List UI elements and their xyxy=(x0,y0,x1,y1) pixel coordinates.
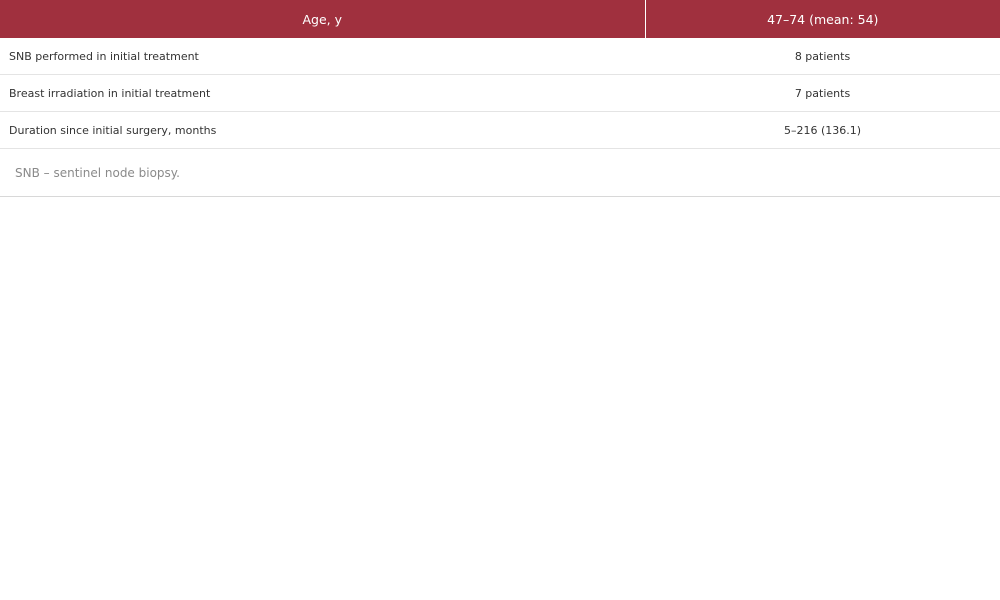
row-label: Breast irradiation in initial treatment xyxy=(0,74,645,112)
row-value: 7 patients xyxy=(645,74,1000,112)
row-label: Duration since initial surgery, months xyxy=(0,111,645,149)
header-cell-label: Age, y xyxy=(0,0,646,38)
table-body: SNB performed in initial treatment 8 pat… xyxy=(0,38,1000,149)
patient-characteristics-table: Age, y 47–74 (mean: 54) SNB performed in… xyxy=(0,0,1000,149)
table-footnote: SNB – sentinel node biopsy. xyxy=(0,149,1000,197)
row-value: 8 patients xyxy=(645,38,1000,75)
table-header: Age, y 47–74 (mean: 54) xyxy=(0,0,1000,38)
table-page: Age, y 47–74 (mean: 54) SNB performed in… xyxy=(0,0,1000,600)
table-row: SNB performed in initial treatment 8 pat… xyxy=(0,38,1000,75)
row-label: SNB performed in initial treatment xyxy=(0,38,645,75)
row-value: 5–216 (136.1) xyxy=(645,111,1000,149)
table-header-row: Age, y 47–74 (mean: 54) xyxy=(0,0,1000,38)
table-row: Breast irradiation in initial treatment … xyxy=(0,74,1000,112)
header-cell-value: 47–74 (mean: 54) xyxy=(645,0,1000,38)
table-row: Duration since initial surgery, months 5… xyxy=(0,111,1000,149)
